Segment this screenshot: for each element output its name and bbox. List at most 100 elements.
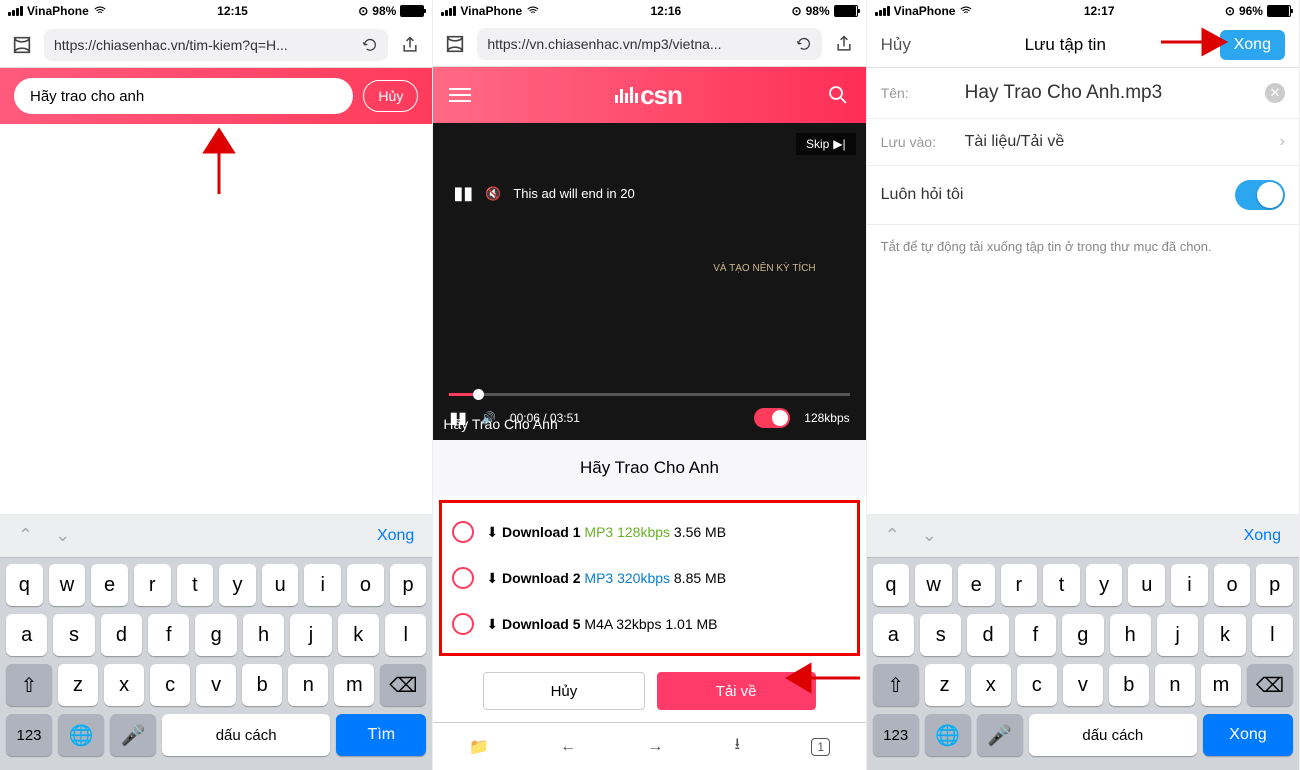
key-e[interactable]: e: [958, 564, 995, 606]
search-input[interactable]: [14, 78, 353, 114]
backspace-key[interactable]: ⌫: [380, 664, 426, 706]
kb-done-button[interactable]: Xong: [1244, 527, 1281, 545]
always-ask-toggle[interactable]: [1235, 180, 1285, 210]
key-r[interactable]: r: [1001, 564, 1038, 606]
radio-icon[interactable]: [452, 521, 474, 543]
key-x[interactable]: x: [971, 664, 1011, 706]
key-p[interactable]: p: [1256, 564, 1293, 606]
mic-key[interactable]: 🎤: [110, 714, 156, 756]
key-m[interactable]: m: [1201, 664, 1241, 706]
download-option[interactable]: ⬇ Download 1 MP3 128kbps 3.56 MB: [444, 509, 854, 555]
download-option[interactable]: ⬇ Download 2 MP3 320kbps 8.85 MB: [444, 555, 854, 601]
menu-icon[interactable]: [449, 88, 471, 102]
key-g[interactable]: g: [195, 614, 236, 656]
key-a[interactable]: a: [6, 614, 47, 656]
cancel-button[interactable]: Hủy: [483, 672, 644, 710]
forward-icon[interactable]: →: [647, 738, 663, 756]
key-v[interactable]: v: [1063, 664, 1103, 706]
shift-key[interactable]: ⇧: [873, 664, 919, 706]
key-t[interactable]: t: [1043, 564, 1080, 606]
key-b[interactable]: b: [1109, 664, 1149, 706]
key-i[interactable]: i: [1171, 564, 1208, 606]
key-j[interactable]: j: [1157, 614, 1198, 656]
key-o[interactable]: o: [1214, 564, 1251, 606]
mute-icon[interactable]: 🔇: [485, 186, 501, 202]
key-c[interactable]: c: [150, 664, 190, 706]
globe-key[interactable]: 🌐: [925, 714, 971, 756]
space-key[interactable]: dấu cách: [162, 714, 330, 756]
key-z[interactable]: z: [925, 664, 965, 706]
share-icon[interactable]: [830, 30, 858, 58]
quality-toggle[interactable]: [754, 408, 790, 428]
backspace-key[interactable]: ⌫: [1247, 664, 1293, 706]
action-key[interactable]: Tìm: [336, 714, 426, 756]
tabs-icon[interactable]: 1: [811, 738, 830, 756]
kb-prev-icon[interactable]: ⌃: [18, 525, 33, 546]
key-n[interactable]: n: [1155, 664, 1195, 706]
key-g[interactable]: g: [1062, 614, 1103, 656]
kb-done-button[interactable]: Xong: [377, 527, 414, 545]
key-s[interactable]: s: [53, 614, 94, 656]
saveto-row[interactable]: Lưu vào: Tài liệu/Tải về ›: [867, 119, 1299, 166]
key-o[interactable]: o: [347, 564, 384, 606]
key-t[interactable]: t: [177, 564, 214, 606]
cancel-button[interactable]: Hủy: [881, 35, 911, 55]
key-d[interactable]: d: [967, 614, 1008, 656]
mic-key[interactable]: 🎤: [977, 714, 1023, 756]
share-icon[interactable]: [396, 31, 424, 59]
key-f[interactable]: f: [1015, 614, 1056, 656]
key-n[interactable]: n: [288, 664, 328, 706]
shift-key[interactable]: ⇧: [6, 664, 52, 706]
key-y[interactable]: y: [219, 564, 256, 606]
action-key[interactable]: Xong: [1203, 714, 1293, 756]
back-icon[interactable]: ←: [560, 738, 576, 756]
key-y[interactable]: y: [1086, 564, 1123, 606]
key-h[interactable]: h: [243, 614, 284, 656]
kb-next-icon[interactable]: ⌄: [922, 525, 937, 546]
key-w[interactable]: w: [49, 564, 86, 606]
key-w[interactable]: w: [915, 564, 952, 606]
skip-button[interactable]: Skip▶|: [796, 133, 856, 155]
url-field[interactable]: https://chiasenhac.vn/tim-kiem?q=H...: [44, 29, 388, 61]
key-m[interactable]: m: [334, 664, 374, 706]
globe-key[interactable]: 🌐: [58, 714, 104, 756]
key-a[interactable]: a: [873, 614, 914, 656]
key-l[interactable]: l: [1252, 614, 1293, 656]
progress-bar[interactable]: [449, 393, 849, 396]
kb-next-icon[interactable]: ⌄: [55, 525, 70, 546]
filename-row[interactable]: Tên: Hay Trao Cho Anh.mp3 ✕: [867, 68, 1299, 119]
bookmarks-icon[interactable]: [8, 31, 36, 59]
key-s[interactable]: s: [920, 614, 961, 656]
key-k[interactable]: k: [338, 614, 379, 656]
key-q[interactable]: q: [873, 564, 910, 606]
key-z[interactable]: z: [58, 664, 98, 706]
key-f[interactable]: f: [148, 614, 189, 656]
key-k[interactable]: k: [1204, 614, 1245, 656]
download-option[interactable]: ⬇ Download 5 M4A 32kbps 1.01 MB: [444, 601, 854, 647]
cancel-button[interactable]: Hủy: [363, 80, 418, 112]
url-field[interactable]: https://vn.chiasenhac.vn/mp3/vietna...: [477, 28, 821, 60]
bookmarks-icon[interactable]: [441, 30, 469, 58]
key-l[interactable]: l: [385, 614, 426, 656]
kb-prev-icon[interactable]: ⌃: [885, 525, 900, 546]
key-q[interactable]: q: [6, 564, 43, 606]
key-h[interactable]: h: [1110, 614, 1151, 656]
files-icon[interactable]: 📁: [469, 737, 489, 757]
radio-icon[interactable]: [452, 613, 474, 635]
key-u[interactable]: u: [1128, 564, 1165, 606]
key-b[interactable]: b: [242, 664, 282, 706]
filename-field[interactable]: Hay Trao Cho Anh.mp3: [965, 82, 1247, 104]
pause-icon[interactable]: ▮▮: [453, 183, 473, 204]
key-c[interactable]: c: [1017, 664, 1057, 706]
numbers-key[interactable]: 123: [6, 714, 52, 756]
key-i[interactable]: i: [304, 564, 341, 606]
key-e[interactable]: e: [91, 564, 128, 606]
radio-icon[interactable]: [452, 567, 474, 589]
downloads-icon[interactable]: ⭳: [735, 733, 741, 760]
numbers-key[interactable]: 123: [873, 714, 919, 756]
key-j[interactable]: j: [290, 614, 331, 656]
key-u[interactable]: u: [262, 564, 299, 606]
key-d[interactable]: d: [101, 614, 142, 656]
key-p[interactable]: p: [390, 564, 427, 606]
key-r[interactable]: r: [134, 564, 171, 606]
